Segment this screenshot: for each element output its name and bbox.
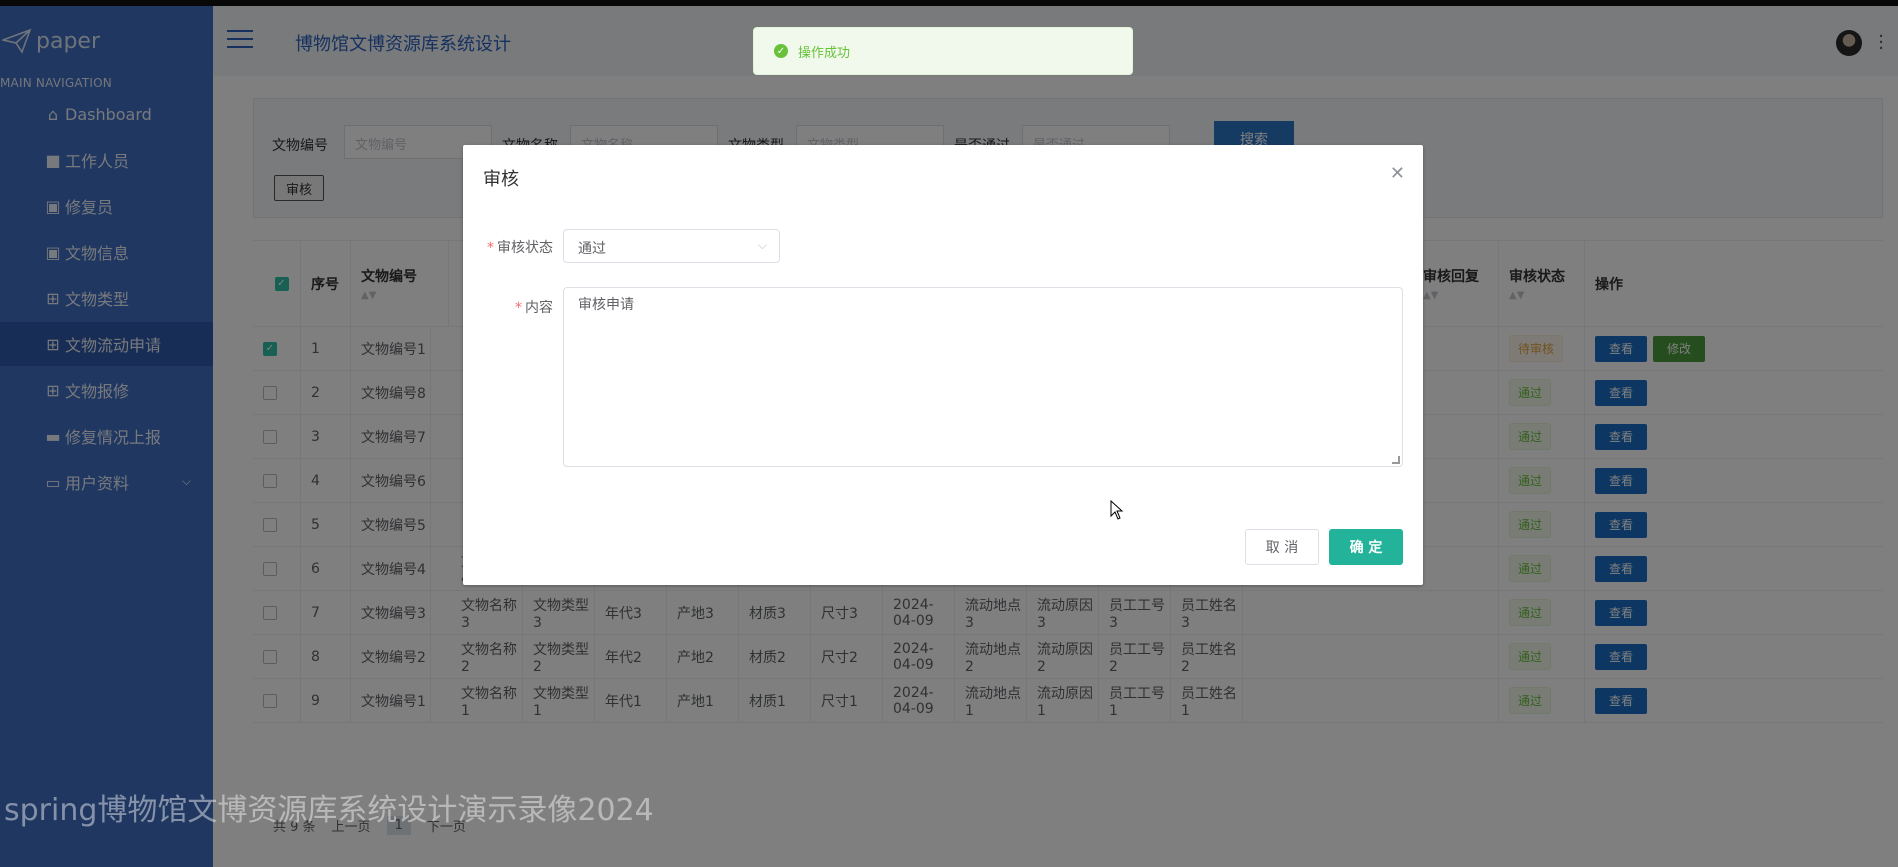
status-label: * 审核状态: [487, 240, 553, 256]
audit-dialog: 审核 ✕ * 审核状态 通过 ⌵ * 内容 审核申请 取 消 确 定: [463, 145, 1423, 585]
check-circle-icon: ✓: [774, 44, 788, 58]
success-toast: ✓ 操作成功: [753, 27, 1133, 75]
content-label: * 内容: [515, 300, 553, 316]
watermark: spring博物馆文博资源库系统设计演示录像2024: [4, 793, 654, 828]
mouse-cursor-icon: [1110, 500, 1124, 520]
content-value: 审核申请: [578, 297, 634, 313]
chevron-down-icon: ⌵: [757, 238, 767, 252]
resize-handle-icon[interactable]: [1392, 456, 1400, 464]
status-select-value: 通过: [578, 241, 606, 257]
dialog-title: 审核: [483, 169, 519, 190]
close-icon[interactable]: ✕: [1390, 163, 1405, 184]
content-textarea[interactable]: 审核申请: [563, 287, 1403, 467]
status-select[interactable]: 通过 ⌵: [563, 229, 780, 263]
cancel-button[interactable]: 取 消: [1245, 529, 1319, 565]
toast-message: 操作成功: [798, 45, 851, 61]
confirm-button[interactable]: 确 定: [1329, 529, 1403, 565]
